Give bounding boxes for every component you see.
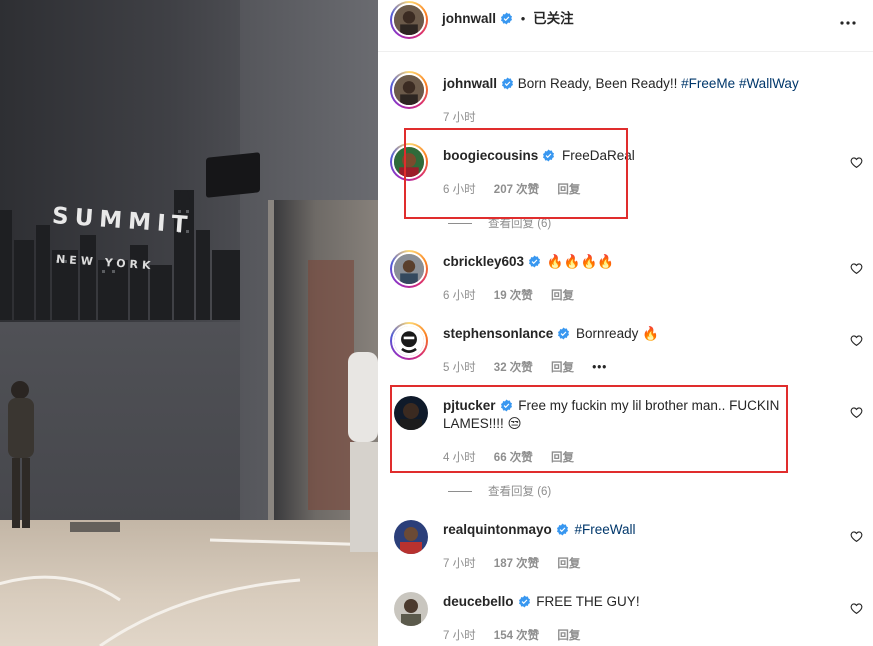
comment-likes[interactable]: 187 次赞: [494, 558, 539, 570]
hashtag-link[interactable]: #WallWay: [739, 76, 799, 91]
comment-time: 7 小时: [443, 558, 476, 570]
post-media[interactable]: SUMMIT NEW YORK: [0, 0, 378, 646]
comment-username[interactable]: cbrickley603: [443, 254, 524, 269]
caption-avatar-image: [394, 75, 424, 105]
reply-button[interactable]: 回复: [557, 630, 580, 642]
caption-username[interactable]: johnwall: [443, 76, 497, 91]
comment-text: 🔥🔥🔥🔥: [546, 254, 615, 269]
comment-likes[interactable]: 154 次赞: [494, 630, 539, 642]
divider: [448, 223, 472, 225]
comment-likes[interactable]: 19 次赞: [494, 290, 533, 302]
author-avatar[interactable]: [390, 1, 428, 39]
reply-button[interactable]: 回复: [551, 290, 574, 302]
verified-badge-icon: [556, 523, 568, 536]
author-username[interactable]: johnwall: [442, 11, 496, 26]
caption-text: Born Ready, Been Ready!!: [517, 76, 678, 91]
commenter-avatar[interactable]: [394, 520, 428, 554]
comment-time: 7 小时: [443, 630, 476, 642]
heart-icon[interactable]: [850, 156, 863, 169]
commenter-avatar-image: [394, 520, 428, 554]
caption-avatar[interactable]: [390, 71, 428, 109]
comment-username[interactable]: realquintonmayo: [443, 522, 552, 537]
player: [348, 352, 378, 552]
verified-badge-icon: [529, 255, 541, 268]
court-lines: [0, 522, 378, 646]
divider: [448, 491, 472, 493]
heart-icon[interactable]: [850, 334, 863, 347]
more-options-icon[interactable]: •••: [592, 362, 607, 374]
view-replies-label: 查看回复 (6): [488, 486, 552, 498]
hashtag-link[interactable]: #FreeWall: [575, 522, 636, 537]
author-avatar-image: [394, 5, 424, 35]
comment-text: FREE THE GUY!: [536, 594, 640, 609]
commenter-avatar-image: [394, 326, 424, 356]
comment-username[interactable]: deucebello: [443, 594, 514, 609]
comment-time: 6 小时: [443, 290, 476, 302]
highlight-box: [404, 128, 628, 219]
verified-badge-icon: [558, 327, 570, 340]
heart-icon[interactable]: [850, 602, 863, 615]
comment-likes[interactable]: 32 次赞: [494, 362, 533, 374]
reply-button[interactable]: 回复: [557, 558, 580, 570]
follow-status[interactable]: 已关注: [533, 11, 574, 26]
reply-button[interactable]: 回复: [551, 362, 574, 374]
highlight-box: [390, 385, 788, 473]
verified-badge-icon: [501, 77, 514, 90]
more-options-icon[interactable]: [840, 15, 856, 31]
comments-panel: johnwall • 已关注 johnwall Born Ready, Been…: [378, 0, 873, 646]
court-floor: [0, 520, 378, 646]
commenter-avatar[interactable]: [390, 322, 428, 360]
comment-username[interactable]: stephensonlance: [443, 326, 553, 341]
heart-icon[interactable]: [850, 406, 863, 419]
view-replies-label: 查看回复 (6): [488, 218, 552, 230]
heart-icon[interactable]: [850, 530, 863, 543]
heart-icon[interactable]: [850, 262, 863, 275]
separator-dot: •: [520, 11, 526, 26]
comment-time: 5 小时: [443, 362, 476, 374]
verified-badge-icon: [518, 595, 530, 608]
caption-time: 7 小时: [443, 112, 476, 124]
commenter-avatar-image: [394, 254, 424, 284]
spectator: [8, 381, 34, 528]
commenter-avatar-image: [394, 592, 428, 626]
verified-badge-icon: [500, 12, 513, 25]
commenter-avatar[interactable]: [390, 250, 428, 288]
post-header: johnwall • 已关注: [378, 0, 873, 52]
hashtag-link[interactable]: #FreeMe: [681, 76, 735, 91]
view-replies-button[interactable]: 查看回复 (6): [448, 483, 551, 499]
commenter-avatar[interactable]: [394, 592, 428, 626]
comment-text: Bornready 🔥: [576, 326, 659, 341]
